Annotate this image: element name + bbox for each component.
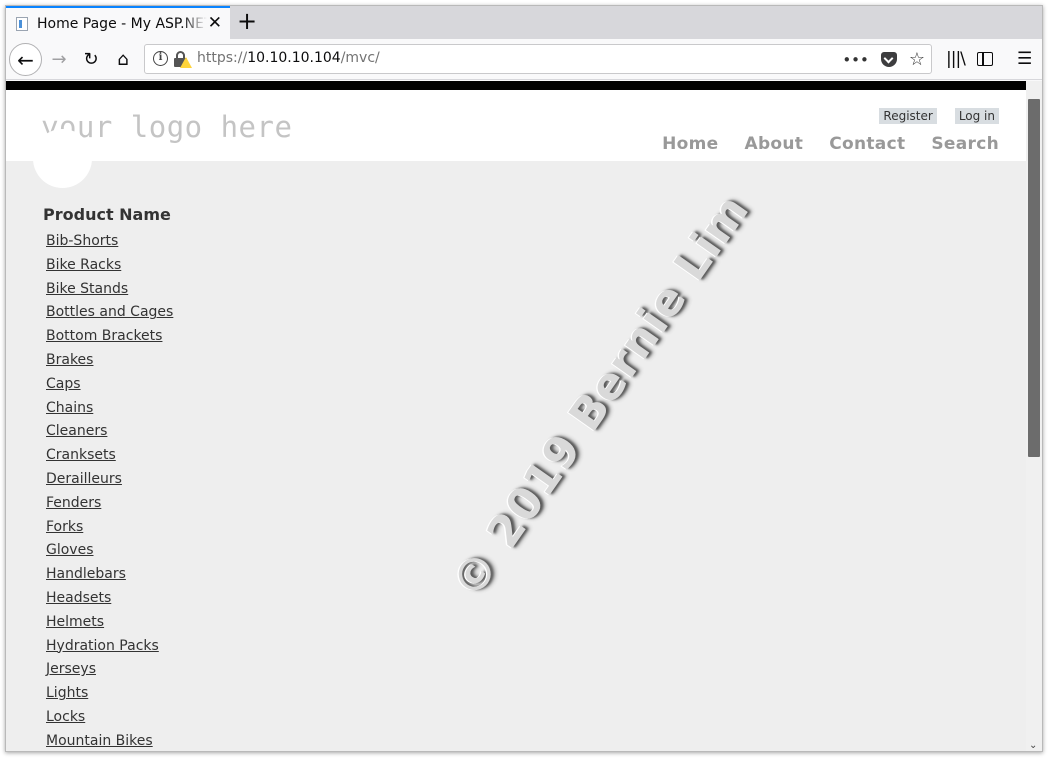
product-link[interactable]: Lights bbox=[46, 685, 88, 701]
list-item: Bib-Shorts bbox=[46, 230, 173, 254]
nav-about[interactable]: About bbox=[744, 134, 803, 154]
list-item: Bike Stands bbox=[46, 278, 173, 302]
product-link[interactable]: Cranksets bbox=[46, 447, 116, 463]
list-item: Lights bbox=[46, 682, 173, 706]
product-link[interactable]: Fenders bbox=[46, 495, 101, 511]
home-button[interactable]: ⌂ bbox=[108, 45, 138, 73]
list-item: Chains bbox=[46, 397, 173, 421]
site-info-icon[interactable]: i bbox=[153, 51, 168, 66]
top-black-bar bbox=[6, 81, 1028, 90]
list-item: Derailleurs bbox=[46, 468, 173, 492]
insecure-lock-icon[interactable] bbox=[174, 51, 192, 68]
page-viewport: your logo here Register Log in Home Abou… bbox=[6, 81, 1028, 751]
library-icon[interactable]: |||\ bbox=[946, 45, 966, 73]
product-link[interactable]: Helmets bbox=[46, 614, 104, 630]
menu-icon[interactable]: ☰ bbox=[1017, 45, 1032, 73]
list-item: Headsets bbox=[46, 587, 173, 611]
product-link[interactable]: Bike Racks bbox=[46, 257, 121, 273]
pocket-icon[interactable] bbox=[880, 52, 897, 67]
nav-search[interactable]: Search bbox=[931, 134, 999, 154]
product-list-section: Product Name Bib-Shorts Bike Racks Bike … bbox=[43, 205, 173, 751]
auth-links: Register Log in bbox=[879, 108, 999, 124]
product-link[interactable]: Chains bbox=[46, 400, 93, 416]
product-link[interactable]: Hydration Packs bbox=[46, 638, 159, 654]
nav-contact[interactable]: Contact bbox=[829, 134, 905, 154]
back-button[interactable]: ← bbox=[9, 43, 42, 76]
product-link[interactable]: Cleaners bbox=[46, 423, 107, 439]
active-tab[interactable]: Home Page - My ASP.NET Application ✕ bbox=[6, 6, 230, 39]
nav-home[interactable]: Home bbox=[662, 134, 718, 154]
list-item: Bike Racks bbox=[46, 254, 173, 278]
register-link[interactable]: Register bbox=[879, 108, 937, 124]
url-bar[interactable]: i https://10.10.10.104/mvc/ ••• ☆ bbox=[144, 44, 932, 74]
tab-close-icon[interactable]: ✕ bbox=[208, 14, 222, 32]
list-item: Bottom Brackets bbox=[46, 325, 173, 349]
list-item: Cleaners bbox=[46, 420, 173, 444]
browser-window: Home Page - My ASP.NET Application ✕ + ←… bbox=[5, 5, 1043, 752]
product-list: Bib-Shorts Bike Racks Bike Stands Bottle… bbox=[43, 230, 173, 751]
bookmark-star-icon[interactable]: ☆ bbox=[909, 49, 925, 70]
product-link[interactable]: Locks bbox=[46, 709, 85, 725]
url-host: 10.10.10.104 bbox=[247, 50, 341, 66]
list-item: Gloves bbox=[46, 539, 173, 563]
list-item: Bottles and Cages bbox=[46, 301, 173, 325]
new-tab-button[interactable]: + bbox=[234, 9, 260, 35]
copyright-watermark: © 2019 Bernie Lim bbox=[442, 185, 760, 608]
scrollbar-thumb[interactable] bbox=[1028, 99, 1040, 457]
list-item: Forks bbox=[46, 516, 173, 540]
navigation-toolbar: ← → ↻ ⌂ i https://10.10.10.104/mvc/ ••• … bbox=[6, 39, 1042, 80]
list-item: Caps bbox=[46, 373, 173, 397]
list-item: Brakes bbox=[46, 349, 173, 373]
product-link[interactable]: Mountain Bikes bbox=[46, 733, 153, 749]
list-item: Jerseys bbox=[46, 658, 173, 682]
list-item: Helmets bbox=[46, 611, 173, 635]
product-link[interactable]: Forks bbox=[46, 519, 83, 535]
url-path: /mvc/ bbox=[340, 50, 380, 66]
header-decorative-circle bbox=[33, 129, 92, 188]
product-link[interactable]: Headsets bbox=[46, 590, 111, 606]
product-link[interactable]: Gloves bbox=[46, 542, 94, 558]
reload-button[interactable]: ↻ bbox=[76, 45, 106, 73]
product-link[interactable]: Caps bbox=[46, 376, 81, 392]
forward-button[interactable]: → bbox=[44, 45, 74, 73]
product-link[interactable]: Bike Stands bbox=[46, 281, 128, 297]
list-item: Fenders bbox=[46, 492, 173, 516]
sidebar-icon[interactable] bbox=[977, 45, 993, 73]
product-link[interactable]: Bib-Shorts bbox=[46, 233, 118, 249]
list-item: Hydration Packs bbox=[46, 635, 173, 659]
site-header: your logo here Register Log in Home Abou… bbox=[6, 90, 1028, 161]
product-name-heading: Product Name bbox=[43, 205, 171, 224]
list-item: Mountain Bikes bbox=[46, 730, 173, 751]
product-link[interactable]: Bottom Brackets bbox=[46, 328, 162, 344]
login-link[interactable]: Log in bbox=[954, 108, 999, 124]
list-item: Cranksets bbox=[46, 444, 173, 468]
tab-title: Home Page - My ASP.NET Application bbox=[37, 15, 207, 32]
url-actions: ••• ☆ bbox=[842, 49, 925, 70]
page-favicon-icon bbox=[16, 16, 28, 31]
product-link[interactable]: Handlebars bbox=[46, 566, 126, 582]
product-link[interactable]: Brakes bbox=[46, 352, 93, 368]
url-text[interactable]: https://10.10.10.104/mvc/ bbox=[197, 50, 380, 66]
url-scheme: https:// bbox=[197, 50, 248, 66]
list-item: Locks bbox=[46, 706, 173, 730]
scroll-down-arrow-icon[interactable]: ⌄ bbox=[1029, 740, 1037, 751]
product-link[interactable]: Bottles and Cages bbox=[46, 304, 173, 320]
list-item: Handlebars bbox=[46, 563, 173, 587]
tab-strip: Home Page - My ASP.NET Application ✕ + bbox=[6, 6, 1042, 39]
product-link[interactable]: Derailleurs bbox=[46, 471, 122, 487]
page-actions-icon[interactable]: ••• bbox=[842, 51, 869, 69]
main-nav: Home About Contact Search bbox=[662, 134, 999, 154]
product-link[interactable]: Jerseys bbox=[46, 661, 96, 677]
page-scrollbar[interactable]: ⌄ bbox=[1026, 81, 1042, 751]
